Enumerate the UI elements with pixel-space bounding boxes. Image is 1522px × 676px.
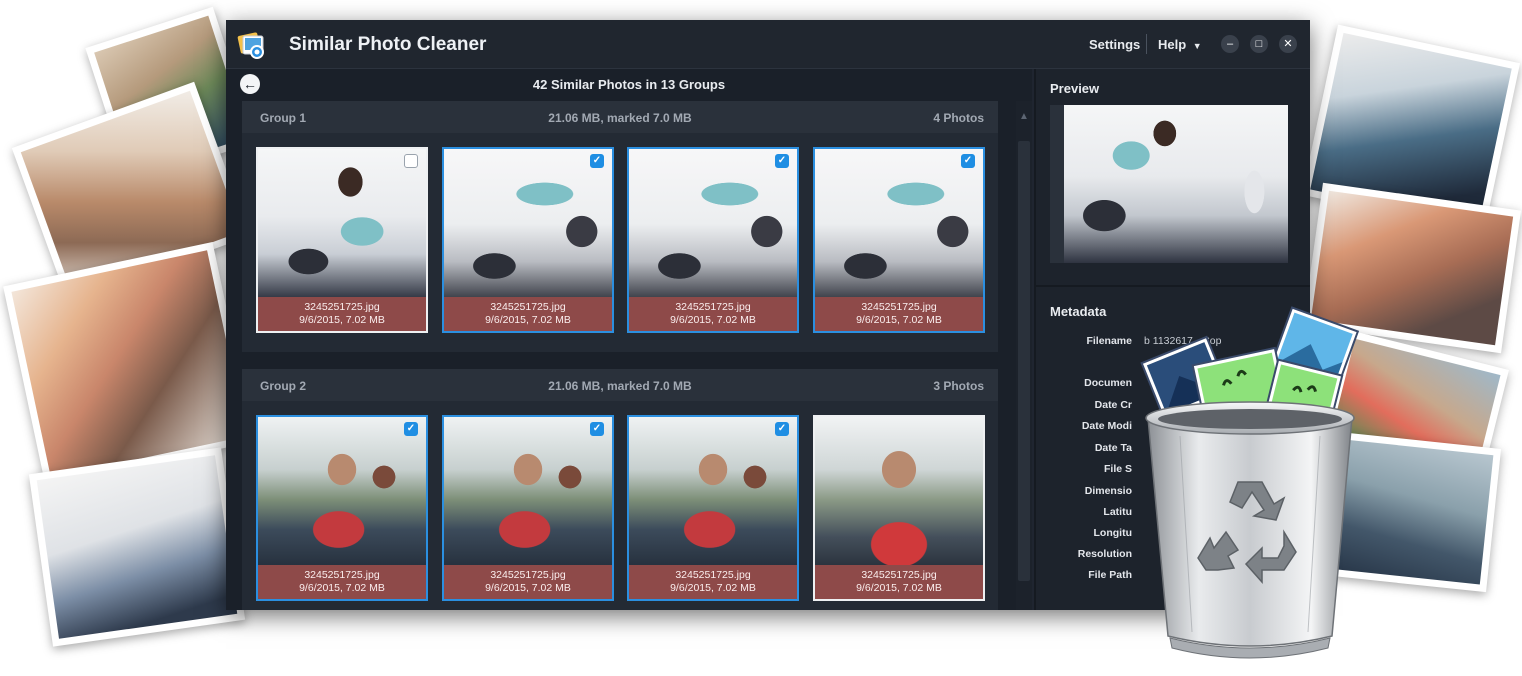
photo-thumbnail[interactable]: ✓ 3245251725.jpg 9/6/2015, 7.02 MB — [813, 147, 985, 333]
photo-thumbnail[interactable]: 3245251725.jpg 9/6/2015, 7.02 MB — [256, 147, 428, 333]
group-size: 21.06 MB, marked 7.0 MB — [548, 379, 692, 393]
photo-caption: 3245251725.jpg 9/6/2015, 7.02 MB — [815, 297, 983, 331]
photo-image — [444, 417, 612, 567]
photo-info: 9/6/2015, 7.02 MB — [670, 314, 756, 326]
results-summary: 42 Similar Photos in 13 Groups — [532, 77, 726, 92]
photo-image — [444, 149, 612, 299]
group-size: 21.06 MB, marked 7.0 MB — [548, 111, 692, 125]
group-count: 3 Photos — [933, 379, 984, 393]
photo-image — [815, 149, 983, 299]
app-logo-icon — [237, 32, 264, 59]
chevron-down-icon: ▼ — [1192, 41, 1202, 51]
decor-photo-father-child — [28, 447, 246, 647]
checkbox-icon[interactable] — [404, 154, 418, 168]
meta-label-date-created: Date Cr — [1094, 399, 1132, 411]
meta-label-date-taken: Date Ta — [1094, 442, 1132, 454]
photo-info: 9/6/2015, 7.02 MB — [670, 582, 756, 594]
meta-label-resolution: Resolution — [1077, 548, 1132, 560]
photo-info: 9/6/2015, 7.02 MB — [299, 314, 385, 326]
photo-caption: 3245251725.jpg 9/6/2015, 7.02 MB — [258, 565, 426, 599]
photo-thumbnail[interactable]: ✓ 3245251725.jpg 9/6/2015, 7.02 MB — [627, 415, 799, 601]
meta-label-date-modified: Date Modi — [1081, 420, 1132, 432]
menu-divider — [1146, 34, 1147, 54]
group-header: Group 2 21.06 MB, marked 7.0 MB 3 Photos — [242, 369, 998, 401]
photo-filename: 3245251725.jpg — [675, 301, 751, 313]
photo-group: Group 1 21.06 MB, marked 7.0 MB 4 Photos… — [242, 101, 998, 352]
group-header: Group 1 21.06 MB, marked 7.0 MB 4 Photos — [242, 101, 998, 133]
photo-image — [258, 149, 426, 299]
meta-label-latitude: Latitu — [1103, 506, 1132, 518]
photo-caption: 3245251725.jpg 9/6/2015, 7.02 MB — [629, 565, 797, 599]
photo-caption: 3245251725.jpg 9/6/2015, 7.02 MB — [629, 297, 797, 331]
meta-label-file-path: File Path — [1088, 569, 1132, 581]
photo-info: 9/6/2015, 7.02 MB — [485, 582, 571, 594]
meta-label-document: Documen — [1084, 377, 1132, 389]
photo-thumbnail[interactable]: 3245251725.jpg 9/6/2015, 7.02 MB — [813, 415, 985, 601]
photo-caption: 3245251725.jpg 9/6/2015, 7.02 MB — [815, 565, 983, 599]
photo-filename: 3245251725.jpg — [304, 301, 380, 313]
help-menu[interactable]: Help ▼ — [1158, 37, 1202, 52]
photo-thumbnail[interactable]: ✓ 3245251725.jpg 9/6/2015, 7.02 MB — [442, 147, 614, 333]
photo-filename: 3245251725.jpg — [861, 569, 937, 581]
photo-filename: 3245251725.jpg — [490, 569, 566, 581]
title-bar: Similar Photo Cleaner Settings Help ▼ – … — [226, 20, 1310, 69]
checkbox-icon[interactable]: ✓ — [590, 422, 604, 436]
section-divider — [1036, 285, 1310, 287]
checkbox-icon[interactable]: ✓ — [775, 154, 789, 168]
checkbox-icon[interactable]: ✓ — [775, 422, 789, 436]
metadata-title: Metadata — [1050, 304, 1107, 319]
group-count: 4 Photos — [933, 111, 984, 125]
photo-filename: 3245251725.jpg — [861, 301, 937, 313]
photo-group: Group 2 21.06 MB, marked 7.0 MB 3 Photos… — [242, 369, 998, 610]
meta-label-file-size: File S — [1103, 463, 1132, 475]
photo-filename: 3245251725.jpg — [304, 569, 380, 581]
photo-filename: 3245251725.jpg — [490, 301, 566, 313]
meta-label-longitude: Longitu — [1093, 527, 1132, 539]
photo-thumbnail[interactable]: ✓ 3245251725.jpg 9/6/2015, 7.02 MB — [442, 415, 614, 601]
photo-image — [815, 417, 983, 567]
photo-image — [629, 417, 797, 567]
settings-menu[interactable]: Settings — [1089, 37, 1140, 52]
scrollbar-thumb[interactable] — [1018, 141, 1030, 581]
minimize-icon[interactable]: – — [1221, 35, 1239, 53]
preview-image — [1064, 105, 1288, 263]
photo-info: 9/6/2015, 7.02 MB — [299, 582, 385, 594]
scroll-up-icon[interactable]: ▲ — [1016, 111, 1032, 125]
checkbox-icon[interactable]: ✓ — [961, 154, 975, 168]
meta-label-dimensions: Dimensio — [1084, 485, 1132, 497]
photo-image — [629, 149, 797, 299]
photo-caption: 3245251725.jpg 9/6/2015, 7.02 MB — [444, 297, 612, 331]
close-icon[interactable]: ✕ — [1279, 35, 1297, 53]
preview-panel — [1050, 105, 1288, 263]
photo-caption: 3245251725.jpg 9/6/2015, 7.02 MB — [444, 565, 612, 599]
recycle-bin-icon — [1140, 306, 1360, 659]
checkbox-icon[interactable]: ✓ — [404, 422, 418, 436]
photo-info: 9/6/2015, 7.02 MB — [856, 314, 942, 326]
checkbox-icon[interactable]: ✓ — [590, 154, 604, 168]
photo-thumbnail[interactable]: ✓ 3245251725.jpg 9/6/2015, 7.02 MB — [627, 147, 799, 333]
preview-title: Preview — [1050, 81, 1100, 96]
help-menu-label: Help — [1158, 37, 1187, 52]
results-pane: ← 42 Similar Photos in 13 Groups ▲ Group… — [226, 69, 1032, 610]
meta-label-filename: Filename — [1086, 335, 1132, 347]
photo-thumbnail[interactable]: ✓ 3245251725.jpg 9/6/2015, 7.02 MB — [256, 415, 428, 601]
app-title: Similar Photo Cleaner — [289, 34, 487, 55]
maximize-icon[interactable]: □ — [1250, 35, 1268, 53]
photo-info: 9/6/2015, 7.02 MB — [856, 582, 942, 594]
photo-filename: 3245251725.jpg — [675, 569, 751, 581]
photo-info: 9/6/2015, 7.02 MB — [485, 314, 571, 326]
photo-image — [258, 417, 426, 567]
scrollbar[interactable]: ▲ — [1016, 101, 1032, 610]
photo-caption: 3245251725.jpg 9/6/2015, 7.02 MB — [258, 297, 426, 331]
